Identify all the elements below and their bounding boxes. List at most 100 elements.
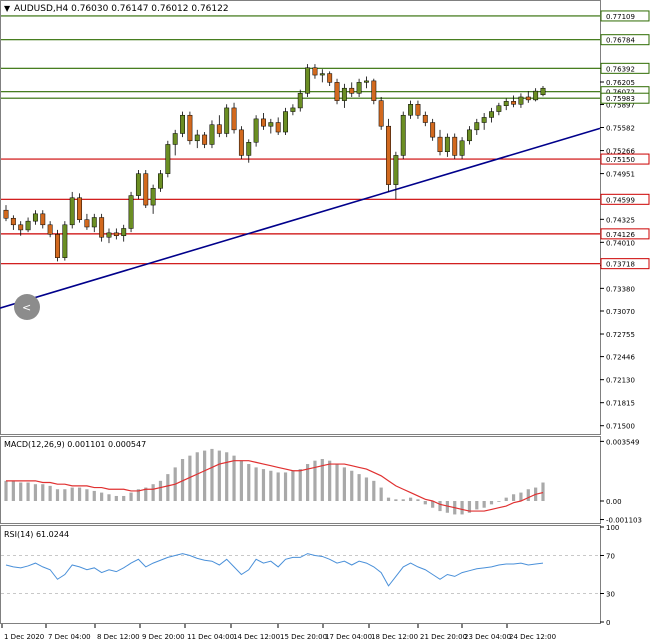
- green-level-tag: 0.75983: [606, 95, 635, 103]
- trendline-group[interactable]: [0, 127, 601, 309]
- time-tick-label: 9 Dec 20:00: [142, 633, 185, 641]
- macd-bar: [247, 464, 251, 501]
- time-tick-label: 1 Dec 2020: [4, 633, 44, 641]
- macd-bar: [210, 448, 214, 501]
- candle-bear: [3, 209, 9, 219]
- price-tick-label: 0.72446: [606, 354, 635, 362]
- macd-bar: [438, 501, 442, 512]
- candle-bear: [415, 104, 421, 116]
- macd-bar: [497, 501, 501, 502]
- macd-label: MACD(12,26,9) 0.001101 0.000547: [4, 440, 146, 449]
- candle-bear: [371, 80, 377, 101]
- candle-bear: [47, 224, 53, 235]
- macd-bar: [11, 480, 15, 501]
- candle-bear: [378, 100, 384, 127]
- candle-bull: [444, 136, 450, 153]
- macd-bar: [401, 499, 405, 501]
- candle-bull: [224, 107, 230, 134]
- macd-bar: [48, 485, 52, 501]
- price-tick-label: 0.71815: [606, 400, 635, 408]
- candle-bull: [180, 114, 185, 134]
- candle-bull: [459, 140, 465, 156]
- green-level-tag: 0.76784: [606, 37, 635, 45]
- candle-bull: [194, 134, 200, 142]
- candle-bear: [312, 67, 318, 76]
- price-tick-label: 0.73380: [606, 285, 635, 293]
- macd-bar: [328, 460, 332, 501]
- candle-bear: [84, 219, 90, 228]
- macd-bar: [4, 480, 8, 501]
- candle-bull: [25, 220, 31, 231]
- candle-bull: [356, 82, 362, 94]
- candle-bear: [18, 224, 24, 231]
- candle-bull: [135, 173, 141, 196]
- time-tick-label: 8 Dec 12:00: [97, 633, 140, 641]
- macd-bar: [19, 482, 23, 501]
- price-tick-label: 0.73070: [606, 308, 635, 316]
- candle-bull: [305, 67, 311, 94]
- time-tick-label: 7 Dec 04:00: [48, 633, 91, 641]
- macd-bar: [504, 497, 508, 501]
- candle-bull: [496, 105, 502, 112]
- macd-bar: [41, 484, 45, 501]
- candle-bull: [150, 188, 156, 206]
- macd-bar: [526, 489, 530, 501]
- candle-bear: [143, 173, 149, 206]
- rsi-tick-label: 100: [606, 524, 619, 532]
- price-tick-label: 0.71500: [606, 423, 635, 431]
- candle-bear: [349, 87, 355, 94]
- candle-bull: [106, 232, 112, 238]
- scroll-handle-arrow: <: [22, 301, 31, 314]
- macd-bar: [92, 490, 96, 501]
- dropdown-triangle-icon[interactable]: ▼: [4, 4, 11, 13]
- candle-bull: [474, 122, 480, 131]
- symbol-header: AUDUSD,H4 0.76030 0.76147 0.76012 0.7612…: [14, 4, 229, 14]
- macd-bar: [63, 489, 67, 501]
- horizontal-levels: 0.771090.767840.763920.760720.759830.751…: [1, 10, 650, 270]
- price-tick-label: 0.72130: [606, 377, 635, 385]
- time-tick-label: 23 Dec 04:00: [464, 633, 511, 641]
- candle-bull: [91, 217, 97, 228]
- candle-bear: [216, 124, 222, 134]
- candle-bull: [283, 111, 288, 133]
- red-level-tag: 0.74126: [606, 231, 635, 239]
- candle-bull: [481, 117, 487, 123]
- macd-bar: [276, 472, 280, 501]
- macd-bar: [26, 482, 30, 501]
- candle-bear: [422, 114, 428, 123]
- macd-bar: [33, 484, 38, 501]
- red-level-tag: 0.75150: [606, 156, 635, 164]
- macd-bar: [475, 501, 479, 510]
- candle-bull: [32, 213, 38, 222]
- rsi-tick-label: 70: [606, 553, 615, 561]
- candle-bull: [253, 118, 259, 143]
- macd-bar: [335, 464, 339, 501]
- candle-bull: [172, 133, 178, 145]
- time-tick-label: 14 Dec 12:00: [233, 633, 280, 641]
- red-level-tag: 0.74599: [606, 196, 635, 204]
- macd-bar: [151, 484, 155, 501]
- candle-bull: [533, 90, 539, 101]
- candle-bull: [268, 122, 274, 127]
- macd-bar: [298, 469, 302, 501]
- macd-bar: [269, 470, 273, 501]
- candle-bull: [400, 114, 406, 156]
- price-tick-label: 0.75582: [606, 125, 635, 133]
- candle-bull: [503, 101, 509, 106]
- time-tick-label: 15 Dec 20:00: [280, 633, 327, 641]
- candle-bear: [327, 73, 333, 83]
- candle-bear: [386, 125, 391, 185]
- candles-group: [3, 64, 546, 262]
- macd-bar: [386, 497, 391, 501]
- candle-bear: [452, 136, 458, 156]
- macd-bar: [283, 472, 288, 501]
- candle-bear: [10, 217, 16, 226]
- time-tick-label: 24 Dec 12:00: [509, 633, 556, 641]
- candle-bull: [246, 142, 252, 156]
- macd-bar: [379, 487, 383, 501]
- candle-bear: [238, 129, 244, 156]
- rsi-line-group: [5, 553, 544, 587]
- candle-bull: [158, 173, 163, 189]
- candle-bear: [99, 217, 105, 238]
- macd-bar: [350, 470, 354, 501]
